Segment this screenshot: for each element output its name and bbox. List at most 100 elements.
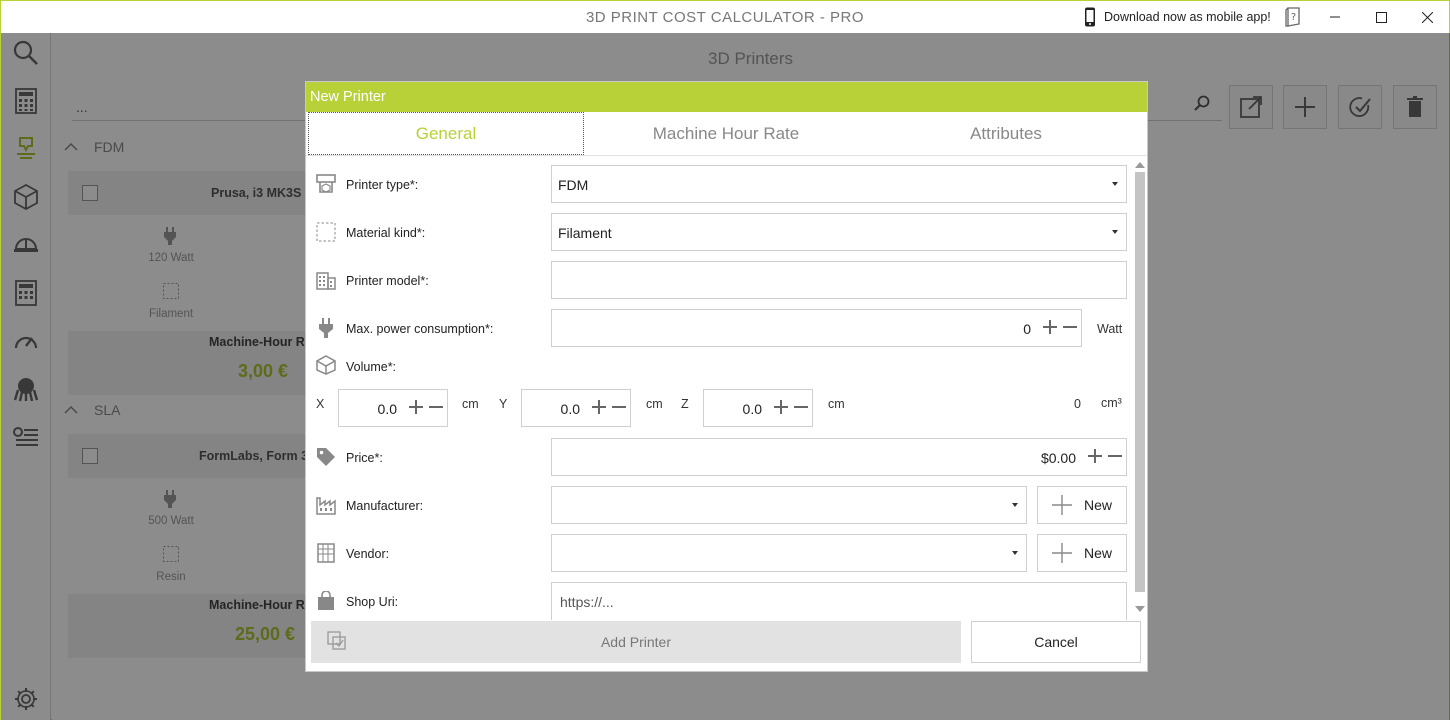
printer-model-row: Printer model*: xyxy=(306,261,1138,299)
max-power-row: Max. power consumption*: 0 Watt xyxy=(306,309,1138,347)
manufacturer-select[interactable] xyxy=(551,486,1027,524)
new-manufacturer-button[interactable]: New xyxy=(1037,486,1127,524)
minimize-button[interactable] xyxy=(1312,1,1358,33)
form-scrollbar[interactable] xyxy=(1133,158,1147,616)
vendor-label: Vendor: xyxy=(346,547,390,561)
increment-icon[interactable] xyxy=(1043,320,1057,334)
printer-type-select[interactable]: FDM xyxy=(551,165,1127,203)
material-kind-value: Filament xyxy=(558,225,612,241)
svg-text:?: ? xyxy=(1291,12,1296,23)
y-axis-label: Y xyxy=(499,397,508,411)
volume-z-value: 0.0 xyxy=(742,401,762,417)
dialog-title: New Printer xyxy=(306,82,1147,112)
add-printer-label: Add Printer xyxy=(600,634,672,650)
tab-attributes[interactable]: Attributes xyxy=(866,112,1146,155)
plus-icon xyxy=(1051,495,1072,515)
power-plug-icon xyxy=(316,318,336,338)
shop-uri-input[interactable]: https://... xyxy=(551,582,1127,620)
x-unit: cm xyxy=(462,397,479,411)
scroll-up-arrow-icon[interactable] xyxy=(1135,162,1145,168)
vendor-select[interactable] xyxy=(551,534,1027,572)
plus-icon xyxy=(1051,543,1072,563)
close-window-button[interactable] xyxy=(1404,1,1450,33)
z-unit: cm xyxy=(828,397,845,411)
scroll-down-arrow-icon[interactable] xyxy=(1135,606,1145,612)
increment-icon[interactable] xyxy=(1088,449,1102,463)
maximize-icon xyxy=(1375,11,1387,23)
manufacturer-row: Manufacturer: New xyxy=(306,486,1138,524)
volume-x-value: 0.0 xyxy=(377,401,397,417)
mobile-app-link[interactable]: Download now as mobile app! xyxy=(1084,7,1271,27)
printer-type-row: Printer type*: FDM xyxy=(306,165,1138,203)
tab-machine-hour-rate[interactable]: Machine Hour Rate xyxy=(586,112,866,155)
decrement-icon[interactable] xyxy=(1063,320,1077,334)
max-power-value: 0 xyxy=(1023,321,1031,337)
material-icon xyxy=(316,222,336,242)
volume-y-stepper xyxy=(592,400,626,414)
printer-icon xyxy=(316,174,336,194)
decrement-icon[interactable] xyxy=(794,400,808,414)
price-row: Price*: $0.00 xyxy=(306,438,1138,476)
volume-label: Volume*: xyxy=(346,360,397,374)
shopping-bag-icon xyxy=(316,591,336,611)
title-bar: 3D PRINT COST CALCULATOR - PRO Download … xyxy=(1,1,1449,33)
material-kind-row: Material kind*: Filament xyxy=(306,213,1138,251)
max-power-stepper xyxy=(1043,320,1077,334)
decrement-icon[interactable] xyxy=(429,400,443,414)
volume-z-input[interactable]: 0.0 xyxy=(703,389,813,427)
z-axis-label: Z xyxy=(681,397,689,411)
app-window: 3D PRINT COST CALCULATOR - PRO Download … xyxy=(0,0,1450,720)
tab-general[interactable]: General xyxy=(308,112,584,155)
decrement-icon[interactable] xyxy=(612,400,626,414)
add-printer-button[interactable]: Add Printer xyxy=(311,621,961,663)
volume-z-stepper xyxy=(774,400,808,414)
building-icon xyxy=(316,270,336,290)
volume-y-value: 0.0 xyxy=(560,401,580,417)
volume-x-stepper xyxy=(409,400,443,414)
max-power-label: Max. power consumption*: xyxy=(346,322,494,336)
printer-model-input[interactable] xyxy=(551,261,1127,299)
new-manufacturer-label: New xyxy=(1083,497,1112,513)
volume-total: 0 xyxy=(1074,397,1081,411)
shop-uri-placeholder: https://... xyxy=(560,594,614,610)
vendor-row: Vendor: New xyxy=(306,534,1138,572)
printer-type-label: Printer type*: xyxy=(346,178,419,192)
material-kind-select[interactable]: Filament xyxy=(551,213,1127,251)
chevron-down-icon xyxy=(1112,182,1118,186)
increment-icon[interactable] xyxy=(774,400,788,414)
volume-y-input[interactable]: 0.0 xyxy=(521,389,631,427)
decrement-icon[interactable] xyxy=(1108,449,1122,463)
volume-row: Volume*: xyxy=(306,355,1138,389)
store-icon xyxy=(316,543,336,563)
new-vendor-button[interactable]: New xyxy=(1037,534,1127,572)
mobile-app-link-label: Download now as mobile app! xyxy=(1104,10,1271,24)
maximize-button[interactable] xyxy=(1358,1,1404,33)
increment-icon[interactable] xyxy=(592,400,606,414)
manufacturer-label: Manufacturer: xyxy=(346,499,424,513)
increment-icon[interactable] xyxy=(409,400,423,414)
power-unit: Watt xyxy=(1097,322,1123,336)
help-manual-icon[interactable]: ? xyxy=(1285,7,1301,32)
printer-model-label: Printer model*: xyxy=(346,274,429,288)
close-icon xyxy=(1421,11,1433,23)
new-printer-dialog: New Printer General Machine Hour Rate At… xyxy=(306,82,1147,671)
max-power-input[interactable]: 0 xyxy=(551,309,1082,347)
printer-type-value: FDM xyxy=(558,177,589,193)
minimize-icon xyxy=(1330,16,1340,18)
volume-x-input[interactable]: 0.0 xyxy=(338,389,448,427)
price-input[interactable]: $0.00 xyxy=(551,438,1127,476)
smartphone-icon xyxy=(1085,7,1095,27)
price-stepper xyxy=(1088,449,1122,463)
x-axis-label: X xyxy=(316,397,325,411)
price-tag-icon xyxy=(316,447,336,467)
cancel-button[interactable]: Cancel xyxy=(971,621,1141,663)
scroll-thumb[interactable] xyxy=(1135,172,1145,592)
material-kind-label: Material kind*: xyxy=(346,226,426,240)
y-unit: cm xyxy=(646,397,663,411)
volume-total-unit: cm³ xyxy=(1101,396,1122,410)
add-printer-icon xyxy=(327,631,346,650)
price-value: $0.00 xyxy=(1040,450,1076,466)
price-label: Price*: xyxy=(346,451,383,465)
chevron-down-icon xyxy=(1012,551,1018,555)
general-form: Printer type*: FDM Material kind*: Filam… xyxy=(306,156,1138,620)
